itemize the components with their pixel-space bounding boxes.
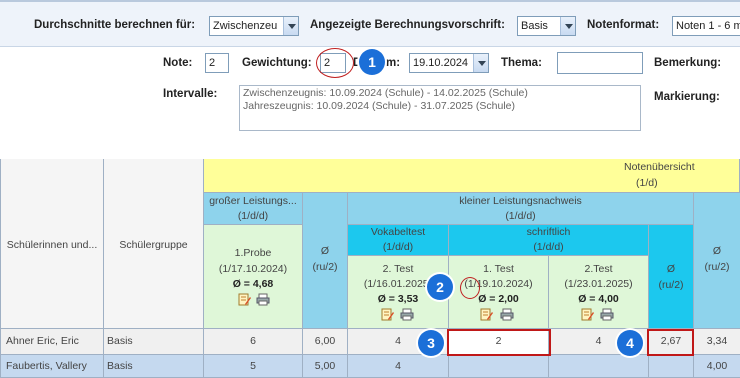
edit-note-icon[interactable]	[381, 308, 394, 321]
print-icon[interactable]	[256, 293, 270, 306]
chevron-down-icon[interactable]	[560, 17, 575, 35]
annotation-ring	[316, 48, 354, 78]
print-icon[interactable]	[500, 308, 514, 321]
format-select[interactable]: Noten 1 - 6 m	[672, 16, 740, 36]
header-small-assessment[interactable]: kleiner Leistungsnachweis (1/d/d)	[348, 193, 694, 225]
header-avg-big[interactable]: Ø (ru/2)	[303, 193, 348, 329]
format-select-value: Noten 1 - 6 m	[676, 20, 740, 32]
avg-cell: 6,00	[303, 329, 348, 355]
top-border	[0, 0, 740, 2]
table-row[interactable]: Faubertis, Vallery	[0, 355, 104, 378]
average-select-value: Zwischenzeu	[213, 20, 278, 32]
header-avg-total[interactable]: Ø (ru/2)	[694, 193, 740, 329]
avg-cell: 4,00	[694, 355, 740, 378]
grade-cell[interactable]: 6	[204, 329, 303, 355]
grade-cell[interactable]	[549, 355, 649, 378]
remark-label: Bemerkung:	[654, 57, 722, 69]
header-test-probe[interactable]: 1.Probe (1/17.10.2024) Ø = 4,68	[204, 225, 303, 329]
interval-item: Zwischenzeugnis: 10.09.2024 (Schule) - 1…	[243, 87, 528, 99]
annotation-badge-4: 4	[617, 330, 643, 356]
row-group: Basis	[104, 329, 204, 355]
row-group: Basis	[104, 355, 204, 378]
header-avg-written[interactable]: Ø (ru/2)	[649, 225, 694, 329]
edit-note-icon[interactable]	[238, 293, 251, 306]
topic-label: Thema:	[501, 57, 542, 69]
print-icon[interactable]	[600, 308, 614, 321]
avg-cell: 3,34	[694, 329, 740, 355]
average-select[interactable]: Zwischenzeu	[209, 16, 299, 36]
col-header-students[interactable]: Schülerinnen und...	[0, 159, 104, 329]
print-icon[interactable]	[400, 308, 414, 321]
annotation-badge-2: 2	[427, 274, 453, 300]
average-label: Durchschnitte berechnen für:	[34, 19, 196, 31]
annotation-badge-3: 3	[418, 330, 444, 356]
intervals-label: Intervalle:	[163, 88, 218, 100]
rule-select[interactable]: Basis	[517, 16, 576, 36]
annotation-badge-1: 1	[359, 49, 385, 75]
weight-label: Gewichtung:	[242, 57, 312, 69]
grade-cell[interactable]: 5	[204, 355, 303, 378]
header-written[interactable]: schriftlich (1/d/d)	[449, 225, 649, 256]
note-input[interactable]: 2	[205, 53, 229, 73]
annotation-ring	[460, 277, 480, 299]
marking-label: Markierung:	[654, 91, 720, 103]
rule-label: Angezeigte Berechnungsvorschrift:	[310, 19, 505, 31]
date-value: 19.10.2024	[413, 57, 469, 69]
chevron-down-icon[interactable]	[283, 17, 298, 35]
avg-cell	[649, 355, 694, 378]
note-label: Note:	[163, 57, 193, 69]
grade-cell[interactable]: 4	[348, 355, 449, 378]
date-label-end: m:	[386, 57, 401, 69]
format-label: Notenformat:	[587, 19, 660, 31]
col-header-group[interactable]: Schülergruppe	[104, 159, 204, 329]
rule-select-value: Basis	[521, 20, 548, 32]
edit-note-icon[interactable]	[480, 308, 493, 321]
avg-cell: 5,00	[303, 355, 348, 378]
topic-input[interactable]	[557, 52, 643, 74]
interval-item: Jahreszeugnis: 10.09.2024 (Schule) - 31.…	[243, 100, 516, 112]
annotation-highlight-box	[447, 329, 551, 356]
header-vocab[interactable]: Vokabeltest (1/d/d)	[348, 225, 449, 256]
filter-bar: Durchschnitte berechnen für: Zwischenzeu…	[0, 0, 740, 47]
annotation-highlight-box	[647, 329, 694, 356]
grade-cell[interactable]	[449, 355, 549, 378]
table-row[interactable]: Ahner Eric, Eric	[0, 329, 104, 355]
header-overview[interactable]: Notenübersicht (1/d)	[204, 159, 740, 193]
header-test-written-2[interactable]: 2.Test (1/23.01.2025) Ø = 4,00	[549, 256, 649, 329]
header-big-assessment[interactable]: großer Leistungs... (1/d/d)	[204, 193, 303, 225]
calendar-dropdown-icon[interactable]	[473, 54, 488, 72]
edit-note-icon[interactable]	[581, 308, 594, 321]
date-picker[interactable]: 19.10.2024	[409, 53, 489, 73]
intervals-list[interactable]: Zwischenzeugnis: 10.09.2024 (Schule) - 1…	[239, 85, 641, 131]
